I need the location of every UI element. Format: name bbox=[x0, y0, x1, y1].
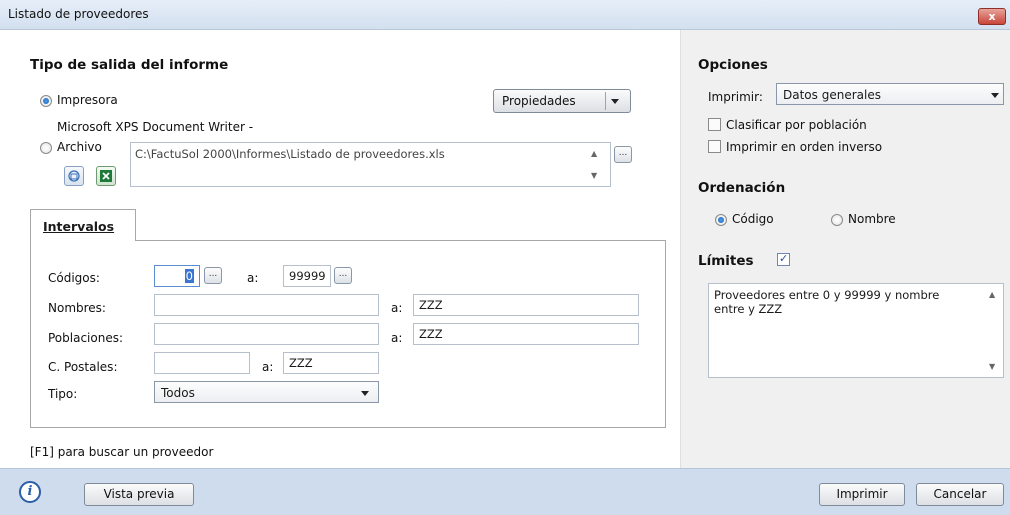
bottom-bar: i Vista previa Imprimir Cancelar bbox=[0, 468, 1010, 515]
names-label: Nombres: bbox=[48, 301, 106, 315]
chevron-down-icon[interactable] bbox=[611, 99, 619, 104]
postal-a-label: a: bbox=[262, 360, 274, 374]
limits-summary-text: Proveedores entre 0 y 99999 y nombre ent… bbox=[714, 288, 940, 316]
file-radio[interactable] bbox=[40, 142, 52, 154]
file-path-text: C:\FactuSol 2000\Informes\Listado de pro… bbox=[135, 147, 445, 161]
limits-checkbox[interactable] bbox=[777, 252, 790, 266]
cancel-button[interactable]: Cancelar bbox=[916, 483, 1004, 506]
type-select-value: Todos bbox=[161, 386, 195, 400]
properties-label: Propiedades bbox=[502, 94, 576, 108]
chevron-down-icon bbox=[991, 93, 999, 98]
ordering-title: Ordenación bbox=[698, 180, 786, 196]
scroll-up-icon[interactable]: ▲ bbox=[989, 290, 995, 299]
info-icon[interactable]: i bbox=[19, 481, 41, 503]
print-what-label: Imprimir: bbox=[708, 90, 763, 104]
spreadsheet-format-icon[interactable] bbox=[64, 166, 84, 186]
towns-a-label: a: bbox=[391, 331, 403, 345]
type-label: Tipo: bbox=[48, 387, 78, 401]
scroll-down-icon[interactable]: ▼ bbox=[591, 171, 597, 180]
properties-button[interactable]: Propiedades bbox=[493, 89, 631, 113]
search-hint: [F1] para buscar un proveedor bbox=[30, 445, 214, 459]
towns-from-input[interactable] bbox=[154, 323, 379, 345]
codes-to-lookup-button[interactable]: ... bbox=[334, 267, 352, 284]
tab-intervalos[interactable]: Intervalos bbox=[30, 209, 136, 241]
browse-file-button[interactable]: ... bbox=[614, 146, 632, 163]
print-what-value: Datos generales bbox=[783, 88, 881, 102]
towns-to-input[interactable]: ZZZ bbox=[413, 323, 639, 345]
limits-title: Límites bbox=[698, 253, 754, 269]
tab-intervalos-label: Intervalos bbox=[43, 219, 115, 234]
order-code-radio[interactable] bbox=[715, 214, 727, 226]
printer-label: Impresora bbox=[57, 93, 118, 107]
type-select[interactable]: Todos bbox=[154, 381, 379, 403]
file-label: Archivo bbox=[57, 140, 102, 154]
names-to-input[interactable]: ZZZ bbox=[413, 294, 639, 316]
output-section-title: Tipo de salida del informe bbox=[30, 57, 229, 73]
codes-a-label: a: bbox=[247, 271, 259, 285]
excel-icon[interactable] bbox=[96, 166, 116, 186]
scroll-up-icon[interactable]: ▲ bbox=[591, 149, 597, 158]
reverse-order-label: Imprimir en orden inverso bbox=[726, 140, 883, 154]
split-divider bbox=[605, 92, 606, 110]
options-title: Opciones bbox=[698, 57, 768, 73]
file-path-field[interactable]: C:\FactuSol 2000\Informes\Listado de pro… bbox=[130, 142, 611, 187]
order-name-radio[interactable] bbox=[831, 214, 843, 226]
printer-radio[interactable] bbox=[40, 95, 52, 107]
codes-from-lookup-button[interactable]: ... bbox=[204, 267, 222, 284]
order-code-label: Código bbox=[732, 212, 774, 226]
reverse-order-checkbox[interactable] bbox=[708, 140, 721, 153]
postal-label: C. Postales: bbox=[48, 360, 118, 374]
codes-from-input[interactable]: 0 bbox=[154, 265, 200, 287]
chevron-down-icon bbox=[361, 391, 369, 396]
postal-from-input[interactable] bbox=[154, 352, 250, 374]
tab-joint bbox=[31, 239, 135, 242]
codes-label: Códigos: bbox=[48, 271, 100, 285]
names-a-label: a: bbox=[391, 301, 403, 315]
order-name-label: Nombre bbox=[848, 212, 896, 226]
preview-button[interactable]: Vista previa bbox=[84, 483, 194, 506]
towns-label: Poblaciones: bbox=[48, 331, 124, 345]
printer-name: Microsoft XPS Document Writer - bbox=[57, 120, 254, 134]
codes-to-input[interactable]: 99999 bbox=[283, 265, 331, 287]
postal-to-input[interactable]: ZZZ bbox=[283, 352, 379, 374]
scroll-down-icon[interactable]: ▼ bbox=[989, 362, 995, 371]
print-what-select[interactable]: Datos generales bbox=[776, 83, 1004, 105]
window-title: Listado de proveedores bbox=[8, 7, 149, 21]
names-from-input[interactable] bbox=[154, 294, 379, 316]
classify-label: Clasificar por población bbox=[726, 118, 867, 132]
limits-summary-box[interactable]: Proveedores entre 0 y 99999 y nombre ent… bbox=[708, 283, 1004, 378]
codes-from-value: 0 bbox=[184, 269, 194, 283]
close-button[interactable]: x bbox=[978, 8, 1006, 25]
codes-to-value: 99999 bbox=[289, 269, 326, 283]
title-bar: Listado de proveedores x bbox=[0, 0, 1010, 30]
classify-checkbox[interactable] bbox=[708, 118, 721, 131]
print-button[interactable]: Imprimir bbox=[819, 483, 905, 506]
